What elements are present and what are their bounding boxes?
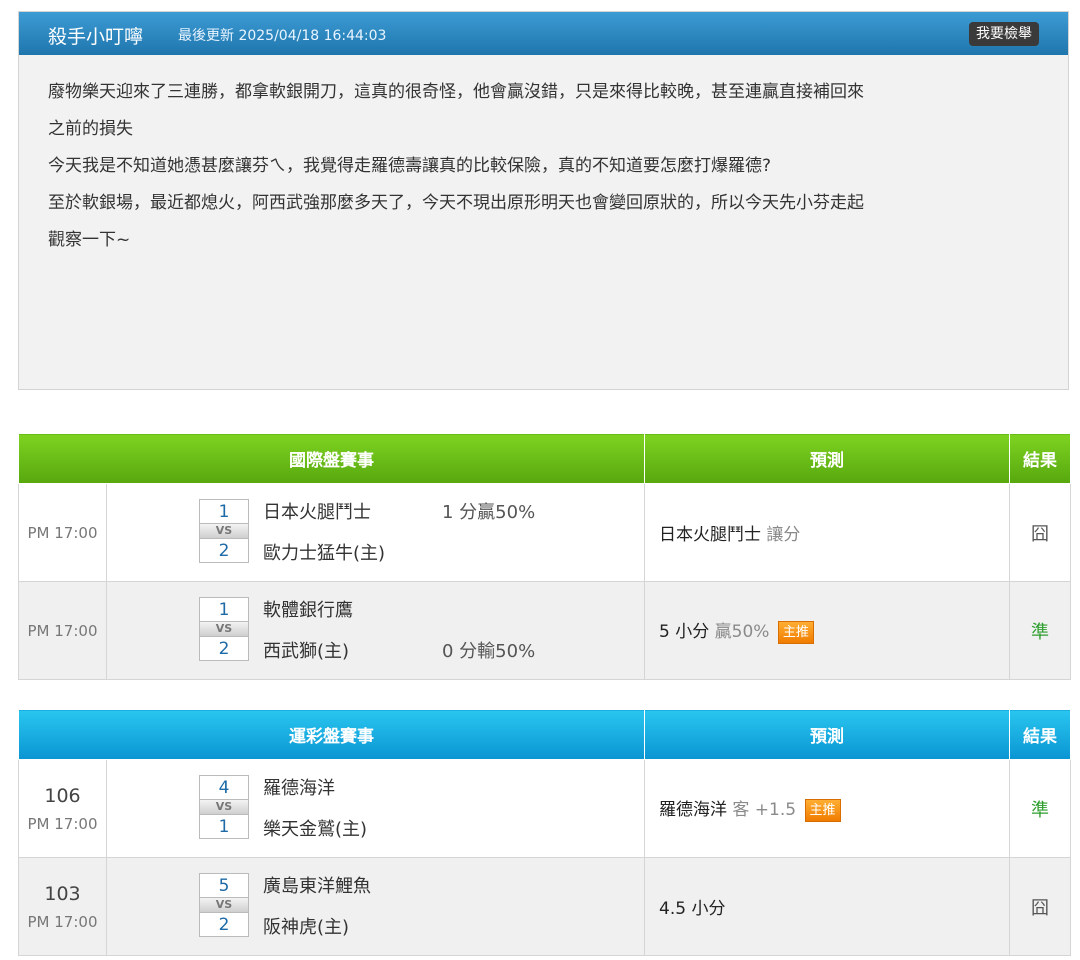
home-team: 樂天金鷲(主) bbox=[263, 819, 368, 840]
prediction-cell: 日本火腿鬥士 讓分 bbox=[644, 483, 1010, 582]
score-stack: 5 VS 2 bbox=[199, 873, 249, 937]
result-column-header: 結果 bbox=[1009, 709, 1071, 760]
prediction-cell: 4.5 小分 bbox=[644, 857, 1010, 956]
top-pick-badge: 主推 bbox=[804, 798, 841, 822]
match-cell: 1 VS 2 軟體銀行鷹 西武獅(主) 0 分輸50% bbox=[106, 581, 645, 680]
table-row[interactable]: PM 17:00 1 VS 2 日本火腿鬥士 歐力士猛牛(主) 1 分贏50% … bbox=[18, 483, 1071, 582]
score-stack: 1 VS 2 bbox=[199, 499, 249, 563]
home-score: 2 bbox=[199, 538, 249, 563]
post-header: 殺手小叮嚀 最後更新 2025/04/18 16:44:03 我要檢舉 bbox=[19, 12, 1068, 55]
match-cell: 4 VS 1 羅德海洋 樂天金鷲(主) bbox=[106, 759, 645, 858]
away-team: 日本火腿鬥士 bbox=[263, 502, 371, 523]
vs-label: VS bbox=[199, 898, 249, 912]
vs-label: VS bbox=[199, 622, 249, 636]
prediction-pick: 羅德海洋 bbox=[659, 800, 727, 821]
away-score: 4 bbox=[199, 775, 249, 800]
post-line: 今天我是不知道她憑甚麼讓芬ㄟ，我覺得走羅德壽讓真的比較保險，真的不知道要怎麼打爆… bbox=[48, 156, 772, 176]
last-updated: 最後更新 2025/04/18 16:44:03 bbox=[178, 28, 387, 44]
away-score: 5 bbox=[199, 873, 249, 898]
intl-match-table: 國際盤賽事 預測 結果 PM 17:00 1 VS 2 日本火腿鬥士 歐力士猛牛… bbox=[18, 433, 1071, 680]
home-score: 2 bbox=[199, 912, 249, 937]
prediction-pick: 4.5 小分 bbox=[659, 899, 726, 919]
game-number: 103 bbox=[44, 882, 81, 905]
away-score: 1 bbox=[199, 499, 249, 524]
handicap-odds: 1 分贏50% bbox=[442, 502, 536, 523]
result-miss: 囧 bbox=[1009, 483, 1071, 582]
table-header: 國際盤賽事 預測 結果 bbox=[18, 433, 1071, 484]
result-column-header: 結果 bbox=[1009, 433, 1071, 484]
tipster-post: 殺手小叮嚀 最後更新 2025/04/18 16:44:03 我要檢舉 廢物樂天… bbox=[18, 11, 1069, 390]
top-pick-badge: 主推 bbox=[777, 620, 814, 644]
post-line: 之前的損失 bbox=[48, 119, 133, 139]
sports-lottery-table: 運彩盤賽事 預測 結果 106 PM 17:00 4 VS 1 羅德海洋 樂天金… bbox=[18, 709, 1071, 956]
prediction-detail: 贏50% bbox=[709, 622, 770, 643]
home-score: 2 bbox=[199, 636, 249, 661]
kickoff-time: PM 17:00 bbox=[27, 621, 98, 640]
time-cell: PM 17:00 bbox=[18, 483, 107, 582]
prediction-column-header: 預測 bbox=[644, 709, 1010, 760]
match-column-header: 國際盤賽事 bbox=[18, 433, 645, 484]
prediction-cell: 羅德海洋 客 +1.5 主推 bbox=[644, 759, 1010, 858]
prediction-cell: 5 小分 贏50% 主推 bbox=[644, 581, 1010, 680]
score-stack: 1 VS 2 bbox=[199, 597, 249, 661]
table-row[interactable]: 103 PM 17:00 5 VS 2 廣島東洋鯉魚 阪神虎(主) 4.5 小分… bbox=[18, 857, 1071, 956]
kickoff-time: PM 17:00 bbox=[27, 912, 98, 931]
result-hit: 準 bbox=[1009, 759, 1071, 858]
table-row[interactable]: PM 17:00 1 VS 2 軟體銀行鷹 西武獅(主) 0 分輸50% 5 小… bbox=[18, 581, 1071, 680]
prediction-detail: 讓分 bbox=[761, 525, 801, 545]
author-name[interactable]: 殺手小叮嚀 bbox=[48, 22, 143, 49]
score-stack: 4 VS 1 bbox=[199, 775, 249, 839]
vs-label: VS bbox=[199, 800, 249, 814]
home-team: 阪神虎(主) bbox=[263, 917, 350, 938]
post-line: 觀察一下~ bbox=[48, 230, 131, 250]
prediction-column-header: 預測 bbox=[644, 433, 1010, 484]
result-hit: 準 bbox=[1009, 581, 1071, 680]
away-team: 軟體銀行鷹 bbox=[263, 600, 353, 621]
time-cell: PM 17:00 bbox=[18, 581, 107, 680]
kickoff-time: PM 17:00 bbox=[27, 814, 98, 833]
prediction-pick: 日本火腿鬥士 bbox=[659, 525, 761, 545]
table-header: 運彩盤賽事 預測 結果 bbox=[18, 709, 1071, 760]
prediction-pick: 5 小分 bbox=[659, 622, 710, 643]
match-cell: 1 VS 2 日本火腿鬥士 歐力士猛牛(主) 1 分贏50% bbox=[106, 483, 645, 582]
match-cell: 5 VS 2 廣島東洋鯉魚 阪神虎(主) bbox=[106, 857, 645, 956]
home-team: 西武獅(主) bbox=[263, 641, 350, 662]
table-row[interactable]: 106 PM 17:00 4 VS 1 羅德海洋 樂天金鷲(主) 羅德海洋 客 … bbox=[18, 759, 1071, 858]
home-team: 歐力士猛牛(主) bbox=[263, 543, 386, 564]
vs-label: VS bbox=[199, 524, 249, 538]
post-body: 廢物樂天迎來了三連勝，都拿軟銀開刀，這真的很奇怪，他會贏沒錯，只是來得比較晚，甚… bbox=[19, 55, 1068, 259]
post-line: 廢物樂天迎來了三連勝，都拿軟銀開刀，這真的很奇怪，他會贏沒錯，只是來得比較晚，甚… bbox=[48, 82, 864, 102]
kickoff-time: PM 17:00 bbox=[27, 523, 98, 542]
away-score: 1 bbox=[199, 597, 249, 622]
away-team: 廣島東洋鯉魚 bbox=[263, 876, 371, 897]
prediction-detail: 客 +1.5 bbox=[727, 800, 797, 821]
time-cell: 106 PM 17:00 bbox=[18, 759, 107, 858]
home-score: 1 bbox=[199, 814, 249, 839]
match-column-header: 運彩盤賽事 bbox=[18, 709, 645, 760]
post-line: 至於軟銀場，最近都熄火，阿西武強那麼多天了，今天不現出原形明天也會變回原狀的，所… bbox=[48, 193, 864, 213]
result-miss: 囧 bbox=[1009, 857, 1071, 956]
handicap-odds: 0 分輸50% bbox=[442, 641, 536, 662]
time-cell: 103 PM 17:00 bbox=[18, 857, 107, 956]
report-button[interactable]: 我要檢舉 bbox=[969, 22, 1039, 46]
away-team: 羅德海洋 bbox=[263, 778, 335, 799]
game-number: 106 bbox=[44, 784, 81, 807]
